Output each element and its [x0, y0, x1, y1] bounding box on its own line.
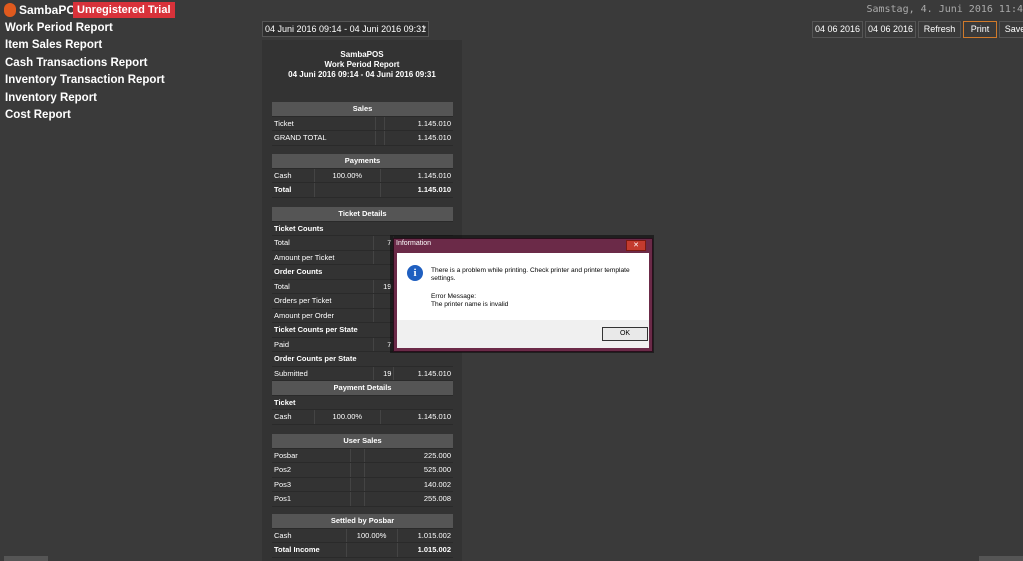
close-icon[interactable]: ✕	[626, 240, 646, 251]
chevron-down-icon: ▾	[422, 25, 426, 32]
row-label: Total	[272, 279, 374, 294]
information-dialog: Information ✕ i There is a problem while…	[393, 238, 653, 352]
row-label: Total	[272, 235, 374, 251]
ticket-counts-label: Ticket Counts	[272, 221, 453, 236]
sidebar-item-inventory-transaction-report[interactable]: Inventory Transaction Report	[0, 72, 260, 89]
row-label: Pos1	[272, 491, 352, 507]
table-row: Total Income 1.015.002	[272, 542, 453, 558]
error-label: Error Message:	[431, 293, 477, 300]
date-range-select[interactable]: 04 Juni 2016 09:14 - 04 Juni 2016 09:31 …	[262, 21, 429, 37]
table-row: Cash 100.00% 1.015.002	[272, 528, 453, 543]
row-value: 255.008	[364, 491, 453, 507]
sidebar-item-cash-transactions-report[interactable]: Cash Transactions Report	[0, 55, 260, 72]
row-label: Cash	[272, 528, 347, 543]
row-label: Total	[272, 182, 315, 198]
payment-details-sub: Ticket	[272, 395, 453, 410]
dialog-body: i There is a problem while printing. Che…	[397, 253, 649, 320]
row-pct: 100.00%	[314, 168, 381, 183]
report-company: SambaPOS	[340, 50, 384, 59]
row-value: 525.000	[364, 462, 453, 478]
payments-table: Payments Cash 100.00% 1.145.010 Total 1.…	[272, 154, 453, 198]
row-value: 1.145.010	[380, 409, 453, 425]
sales-table: Sales Ticket 1.145.010 GRAND TOTAL 1.145…	[272, 102, 453, 146]
report-header: SambaPOS Work Period Report 04 Juni 2016…	[262, 50, 462, 80]
save-button[interactable]: Save	[999, 21, 1023, 38]
dialog-message: There is a problem while printing. Check…	[431, 267, 630, 282]
table-row: Pos3 140.002	[272, 477, 453, 492]
info-icon: i	[407, 265, 423, 281]
app-logo: SambaPOS	[4, 3, 84, 17]
row-label: Pos2	[272, 462, 352, 478]
payment-details-header: Payment Details	[272, 381, 453, 396]
row-count: 19	[373, 366, 395, 381]
row-label: Cash	[272, 409, 315, 425]
row-label: Paid	[272, 337, 374, 352]
row-value: 1.145.010	[380, 168, 453, 183]
row-pct: 100.00%	[346, 528, 398, 543]
row-value: 1.145.010	[384, 116, 453, 131]
ok-button[interactable]: OK	[602, 327, 648, 341]
row-value: 1.145.010	[384, 130, 453, 146]
refresh-button[interactable]: Refresh	[918, 21, 961, 38]
sambapos-logo-icon	[4, 3, 16, 17]
table-row: Pos1 255.008	[272, 491, 453, 507]
table-row: Cash 100.00% 1.145.010	[272, 168, 453, 183]
row-label: Pos3	[272, 477, 352, 492]
trial-badge: Unregistered Trial	[73, 2, 175, 18]
sidebar-item-work-period-report[interactable]: Work Period Report	[0, 20, 260, 37]
row-label: Cash	[272, 168, 315, 183]
scrollbar-left[interactable]	[4, 556, 48, 561]
dialog-footer: OK	[397, 320, 649, 348]
row-label: Orders per Ticket	[272, 293, 374, 309]
table-row: Cash 100.00% 1.145.010	[272, 409, 453, 425]
row-label: Amount per Ticket	[272, 250, 374, 265]
settled-table: Settled by Posbar Cash 100.00% 1.015.002…	[272, 514, 453, 558]
table-row: Total 1.145.010	[272, 182, 453, 198]
row-value: 140.002	[364, 477, 453, 492]
user-sales-header: User Sales	[272, 434, 453, 449]
row-value: 1.015.002	[397, 542, 453, 558]
sales-header: Sales	[272, 102, 453, 117]
table-row: GRAND TOTAL 1.145.010	[272, 130, 453, 146]
error-text: The printer name is invalid	[431, 301, 509, 308]
sidebar-item-inventory-report[interactable]: Inventory Report	[0, 90, 260, 107]
clock-text: Samstag, 4. Juni 2016 11:4	[866, 4, 1023, 15]
dialog-title: Information	[396, 240, 432, 247]
row-pct: 100.00%	[314, 409, 381, 425]
report-period: 04 Juni 2016 09:14 - 04 Juni 2016 09:31	[288, 70, 436, 79]
settled-header: Settled by Posbar	[272, 514, 453, 529]
sidebar-item-item-sales-report[interactable]: Item Sales Report	[0, 37, 260, 54]
payment-details-table: Payment Details Ticket Cash 100.00% 1.14…	[272, 381, 453, 425]
date-to-field[interactable]: 04 06 2016	[865, 21, 916, 38]
payments-header: Payments	[272, 154, 453, 169]
row-value: 225.000	[364, 448, 453, 463]
report-sidebar: Work Period Report Item Sales Report Cas…	[0, 20, 260, 124]
row-label: GRAND TOTAL	[272, 130, 376, 146]
table-row: Posbar 225.000	[272, 448, 453, 463]
top-bar: SambaPOS Unregistered Trial Samstag, 4. …	[0, 0, 1023, 20]
row-label: Posbar	[272, 448, 352, 463]
scrollbar-right[interactable]	[979, 556, 1023, 561]
user-sales-table: User Sales Posbar 225.000 Pos2 525.000 Pos…	[272, 434, 453, 507]
row-value: 1.015.002	[397, 528, 453, 543]
row-value: 1.145.010	[380, 182, 453, 198]
date-from-field[interactable]: 04 06 2016	[812, 21, 863, 38]
date-range-value: 04 Juni 2016 09:14 - 04 Juni 2016 09:31	[265, 24, 427, 34]
row-label: Ticket	[272, 116, 376, 131]
report-title: Work Period Report	[324, 60, 400, 69]
order-counts-per-state-label: Order Counts per State	[272, 351, 453, 367]
table-row: Pos2 525.000	[272, 462, 453, 478]
print-button[interactable]: Print	[963, 21, 997, 38]
ticket-details-header: Ticket Details	[272, 207, 453, 222]
sidebar-item-cost-report[interactable]: Cost Report	[0, 107, 260, 124]
row-label: Total Income	[272, 542, 347, 558]
row-value: 1.145.010	[393, 366, 453, 381]
row-label: Amount per Order	[272, 308, 374, 323]
row-label: Submitted	[272, 366, 374, 381]
table-row: Ticket 1.145.010	[272, 116, 453, 131]
